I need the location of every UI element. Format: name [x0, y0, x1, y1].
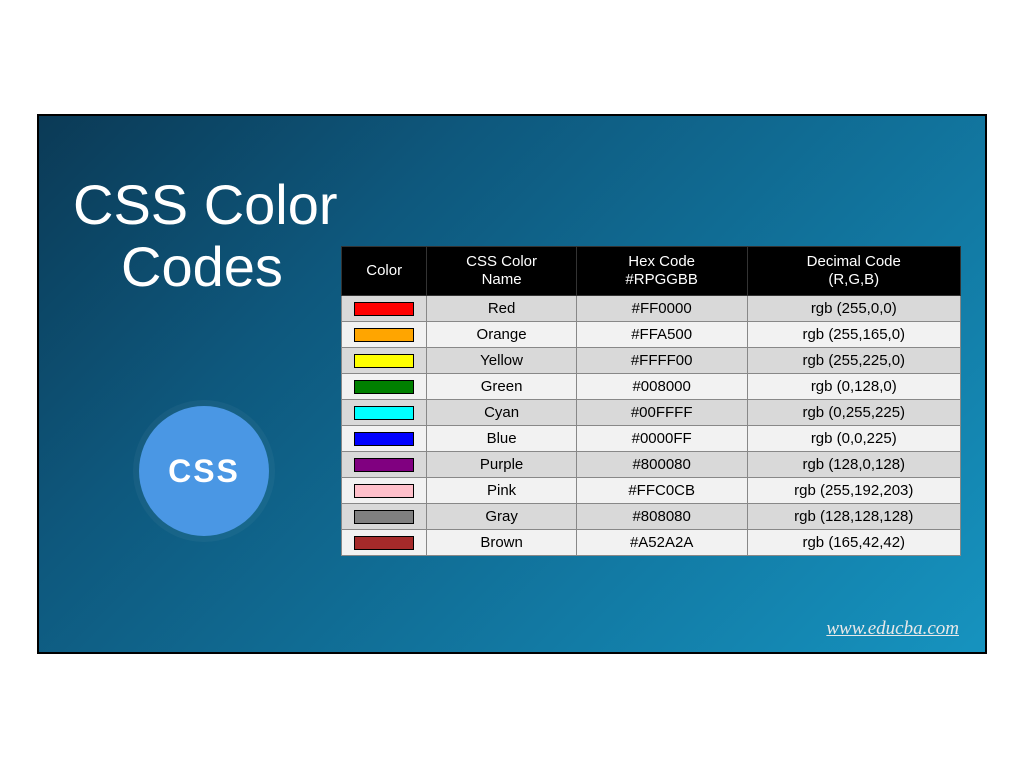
page-title: CSS Color Codes: [73, 174, 338, 297]
cell-color-name: Green: [427, 374, 576, 400]
color-swatch: [354, 432, 414, 446]
header-rgb-bottom: (R,G,B): [828, 271, 879, 288]
cell-swatch: [342, 296, 427, 322]
cell-rgb-code: rgb (255,0,0): [747, 296, 960, 322]
table-row: Green#008000rgb (0,128,0): [342, 374, 961, 400]
cell-color-name: Purple: [427, 452, 576, 478]
color-swatch: [354, 536, 414, 550]
css-badge-label: CSS: [168, 453, 240, 490]
cell-rgb-code: rgb (128,0,128): [747, 452, 960, 478]
table-header-row: Color CSS Color Name Hex Code #RPGGBB De…: [342, 247, 961, 296]
color-swatch: [354, 458, 414, 472]
cell-hex-code: #008000: [576, 374, 747, 400]
color-codes-table: Color CSS Color Name Hex Code #RPGGBB De…: [341, 246, 961, 556]
cell-swatch: [342, 400, 427, 426]
cell-rgb-code: rgb (255,192,203): [747, 478, 960, 504]
color-swatch: [354, 354, 414, 368]
col-header-name: CSS Color Name: [427, 247, 576, 296]
title-line-1: CSS Color: [73, 174, 338, 236]
header-color-label: Color: [366, 262, 402, 279]
cell-color-name: Orange: [427, 322, 576, 348]
col-header-hex: Hex Code #RPGGBB: [576, 247, 747, 296]
cell-rgb-code: rgb (0,128,0): [747, 374, 960, 400]
cell-hex-code: #FFA500: [576, 322, 747, 348]
color-swatch: [354, 484, 414, 498]
cell-color-name: Brown: [427, 530, 576, 556]
table-row: Gray#808080rgb (128,128,128): [342, 504, 961, 530]
header-name-top: CSS Color: [466, 253, 537, 270]
col-header-color: Color: [342, 247, 427, 296]
color-swatch: [354, 510, 414, 524]
cell-rgb-code: rgb (128,128,128): [747, 504, 960, 530]
cell-color-name: Red: [427, 296, 576, 322]
cell-swatch: [342, 452, 427, 478]
cell-hex-code: #0000FF: [576, 426, 747, 452]
cell-rgb-code: rgb (0,255,225): [747, 400, 960, 426]
table-row: Pink#FFC0CBrgb (255,192,203): [342, 478, 961, 504]
header-hex-bottom: #RPGGBB: [625, 271, 698, 288]
cell-color-name: Yellow: [427, 348, 576, 374]
color-swatch: [354, 302, 414, 316]
cell-rgb-code: rgb (0,0,225): [747, 426, 960, 452]
cell-rgb-code: rgb (255,225,0): [747, 348, 960, 374]
cell-hex-code: #800080: [576, 452, 747, 478]
cell-hex-code: #FF0000: [576, 296, 747, 322]
cell-color-name: Blue: [427, 426, 576, 452]
slide-root: CSS Color Codes CSS Color CSS Color Name…: [37, 114, 987, 654]
color-swatch: [354, 380, 414, 394]
table-row: Purple#800080rgb (128,0,128): [342, 452, 961, 478]
cell-hex-code: #A52A2A: [576, 530, 747, 556]
cell-hex-code: #FFFF00: [576, 348, 747, 374]
col-header-rgb: Decimal Code (R,G,B): [747, 247, 960, 296]
cell-color-name: Pink: [427, 478, 576, 504]
cell-hex-code: #FFC0CB: [576, 478, 747, 504]
cell-swatch: [342, 478, 427, 504]
table-row: Red#FF0000rgb (255,0,0): [342, 296, 961, 322]
table-row: Blue#0000FFrgb (0,0,225): [342, 426, 961, 452]
table-row: Orange#FFA500rgb (255,165,0): [342, 322, 961, 348]
cell-hex-code: #00FFFF: [576, 400, 747, 426]
cell-rgb-code: rgb (165,42,42): [747, 530, 960, 556]
footer-url: www.educba.com: [826, 618, 959, 640]
table-row: Yellow#FFFF00rgb (255,225,0): [342, 348, 961, 374]
table-row: Cyan#00FFFFrgb (0,255,225): [342, 400, 961, 426]
header-rgb-top: Decimal Code: [807, 253, 901, 270]
cell-swatch: [342, 322, 427, 348]
cell-rgb-code: rgb (255,165,0): [747, 322, 960, 348]
color-swatch: [354, 406, 414, 420]
cell-swatch: [342, 348, 427, 374]
header-name-bottom: Name: [482, 271, 522, 288]
color-swatch: [354, 328, 414, 342]
cell-hex-code: #808080: [576, 504, 747, 530]
cell-color-name: Cyan: [427, 400, 576, 426]
table-row: Brown#A52A2Argb (165,42,42): [342, 530, 961, 556]
cell-swatch: [342, 530, 427, 556]
cell-swatch: [342, 504, 427, 530]
title-line-2: Codes: [73, 236, 338, 298]
css-badge: CSS: [139, 406, 269, 536]
cell-swatch: [342, 374, 427, 400]
cell-swatch: [342, 426, 427, 452]
header-hex-top: Hex Code: [628, 253, 695, 270]
cell-color-name: Gray: [427, 504, 576, 530]
